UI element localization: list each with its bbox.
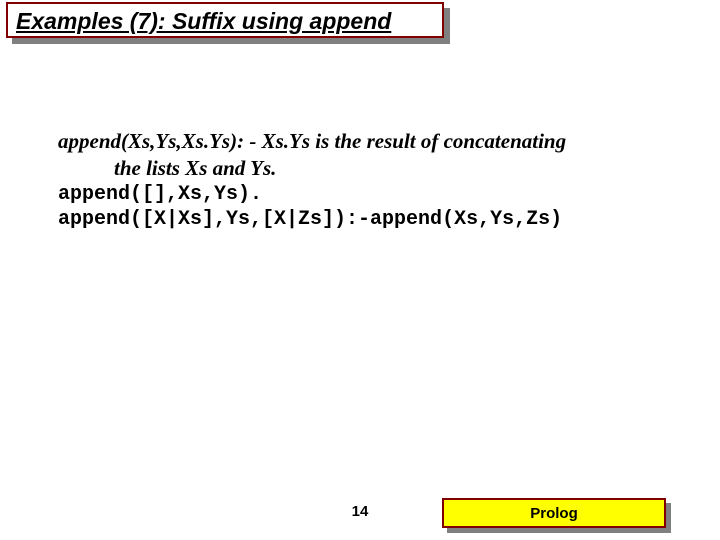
footer-container: Prolog xyxy=(442,498,666,528)
footer-box: Prolog xyxy=(442,498,666,528)
title-container: Examples (7): Suffix using append xyxy=(6,2,444,38)
spec-line-2: the lists Xs and Ys. xyxy=(58,155,673,182)
slide: Examples (7): Suffix using append append… xyxy=(0,0,720,540)
footer-label: Prolog xyxy=(530,505,578,522)
title-box: Examples (7): Suffix using append xyxy=(6,2,444,38)
spec-line-1: append(Xs,Ys,Xs.Ys): - Xs.Ys is the resu… xyxy=(58,128,673,155)
slide-body: append(Xs,Ys,Xs.Ys): - Xs.Ys is the resu… xyxy=(58,128,673,233)
slide-title: Examples (7): Suffix using append xyxy=(16,8,391,35)
code-line-1: append([],Xs,Ys). xyxy=(58,182,673,208)
code-line-2: append([X|Xs],Ys,[X|Zs]):-append(Xs,Ys,Z… xyxy=(58,207,673,233)
